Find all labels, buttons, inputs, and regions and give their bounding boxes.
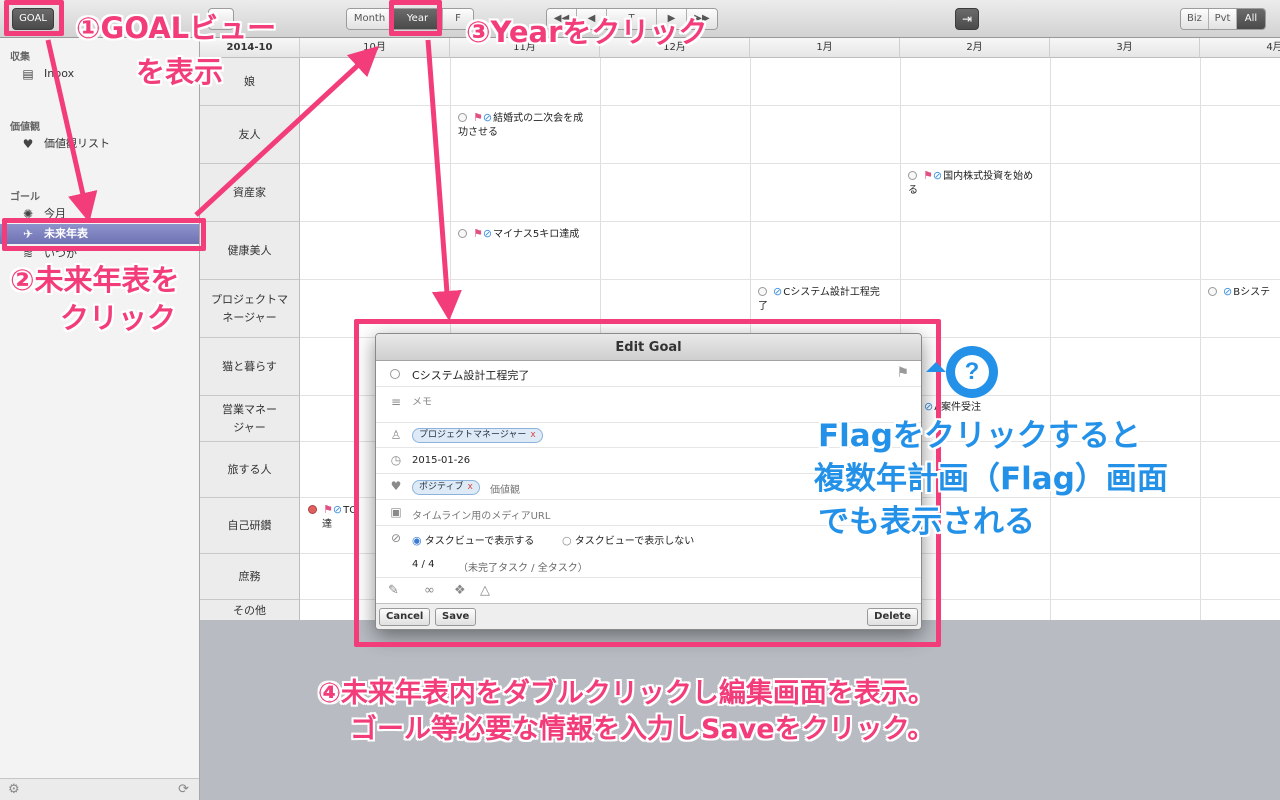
row-label: 健康美人 <box>200 222 300 280</box>
goal-item[interactable]: ⚑⊘国内株式投資を始める <box>908 169 1038 198</box>
flag-icon[interactable]: ⚑ <box>473 227 483 240</box>
flag-icon[interactable]: ⚑ <box>323 503 333 516</box>
month-header: 10月 <box>300 38 450 58</box>
row-label: 資産家 <box>200 164 300 222</box>
month-header: 4月 <box>1200 38 1280 58</box>
goal-checkbox[interactable] <box>308 505 317 514</box>
sync-icon[interactable]: ⟳ <box>178 782 189 797</box>
row-label: 旅する人 <box>200 442 300 498</box>
grid-line <box>300 105 1280 106</box>
goal-item[interactable]: ⚑⊘結婚式の二次会を成功させる <box>458 111 588 140</box>
goal-checkbox[interactable] <box>1208 287 1217 296</box>
inbox-icon: ▤ <box>22 67 34 81</box>
annotation-flag-note-1: Flagをクリックすると <box>818 418 1141 454</box>
grid-line <box>300 221 1280 222</box>
filter-all-button[interactable]: All <box>1237 9 1265 29</box>
view-month-button[interactable]: Month <box>347 9 393 29</box>
highlight-year-button <box>389 0 442 36</box>
flag-icon[interactable]: ⚑ <box>923 169 933 182</box>
help-mark: ? <box>955 355 989 389</box>
sidebar-section-values: 価値観 <box>10 122 40 133</box>
sidebar-item-values-list[interactable]: ♥ 価値観リスト <box>0 134 199 154</box>
sidebar-section-collect: 収集 <box>10 52 30 63</box>
link-icon: ⊘ <box>332 503 343 516</box>
link-icon: ⊘ <box>482 227 493 240</box>
grid-line <box>1050 58 1051 620</box>
goal-checkbox[interactable] <box>458 113 467 122</box>
grid-line <box>300 163 1280 164</box>
flag-icon[interactable]: ⚑ <box>473 111 483 124</box>
annotation-step3: ③Yearをクリック <box>466 15 708 49</box>
highlight-goal-button <box>4 0 64 36</box>
goal-checkbox[interactable] <box>758 287 767 296</box>
goal-title: A案件受注 <box>934 402 982 413</box>
row-label: プロジェクトマネージャー <box>200 280 300 338</box>
goal-title: Bシステ <box>1233 287 1271 298</box>
sidebar-item-label: Inbox <box>44 67 75 80</box>
goal-item[interactable]: ⊘Bシステ <box>1208 285 1280 300</box>
month-header: 2月 <box>900 38 1050 58</box>
goal-title: マイナス5キロ達成 <box>493 229 580 240</box>
heart-icon: ♥ <box>22 137 34 151</box>
filter-pvt-button[interactable]: Pvt <box>1209 9 1237 29</box>
annotation-step1-line2: を表示 <box>136 55 224 89</box>
sidebar: 収集 ▤ Inbox 価値観 ♥ 価値観リスト ゴール ✺ 今月 ✈ 未来年表 … <box>0 38 200 800</box>
grid-line <box>300 279 1280 280</box>
sidebar-item-label: 価値観リスト <box>44 137 110 150</box>
month-header: 1月 <box>750 38 900 58</box>
sidebar-section-goal: ゴール <box>10 192 40 203</box>
goal-checkbox[interactable] <box>908 171 917 180</box>
annotation-step2-line2: クリック <box>60 301 177 335</box>
row-label: 猫と暮らす <box>200 338 300 396</box>
link-icon: ⊘ <box>482 111 493 124</box>
gear-icon[interactable]: ⚙ <box>8 782 20 797</box>
row-label: 自己研鑽 <box>200 498 300 554</box>
goal-item[interactable]: ⊘Cシステム設計工程完了 <box>758 285 888 314</box>
annotation-flag-note-3: でも表示される <box>818 504 1035 540</box>
link-icon: ⊘ <box>932 169 943 182</box>
row-label: その他 <box>200 600 300 620</box>
export-icon[interactable]: ⇥ <box>955 8 979 30</box>
annotation-step2: ②未来年表を <box>10 263 180 297</box>
scope-filter: Biz Pvt All <box>1180 8 1266 30</box>
grid-line <box>1200 58 1201 620</box>
goal-checkbox[interactable] <box>458 229 467 238</box>
month-header: 3月 <box>1050 38 1200 58</box>
help-icon: ? <box>946 346 998 398</box>
filter-biz-button[interactable]: Biz <box>1181 9 1209 29</box>
annotation-step1: ①GOALビュー <box>76 11 277 45</box>
annotation-step4: ④未来年表内をダブルクリックし編集画面を表示。 <box>318 678 935 709</box>
row-label: 友人 <box>200 106 300 164</box>
link-icon: ⊘ <box>1223 285 1233 298</box>
row-label: 営業マネージャー <box>200 396 300 442</box>
sidebar-footer: ⚙ ⟳ <box>0 778 199 800</box>
row-label: 庶務 <box>200 554 300 600</box>
goal-item[interactable]: ⚑⊘マイナス5キロ達成 <box>458 227 588 242</box>
highlight-future-timeline <box>2 218 206 251</box>
annotation-step4-line2: ゴール等必要な情報を入力しSaveをクリック。 <box>350 714 935 745</box>
link-icon: ⊘ <box>773 285 783 298</box>
goal-title: 達 <box>322 519 332 530</box>
annotation-flag-note-2: 複数年計画（Flag）画面 <box>814 461 1168 497</box>
